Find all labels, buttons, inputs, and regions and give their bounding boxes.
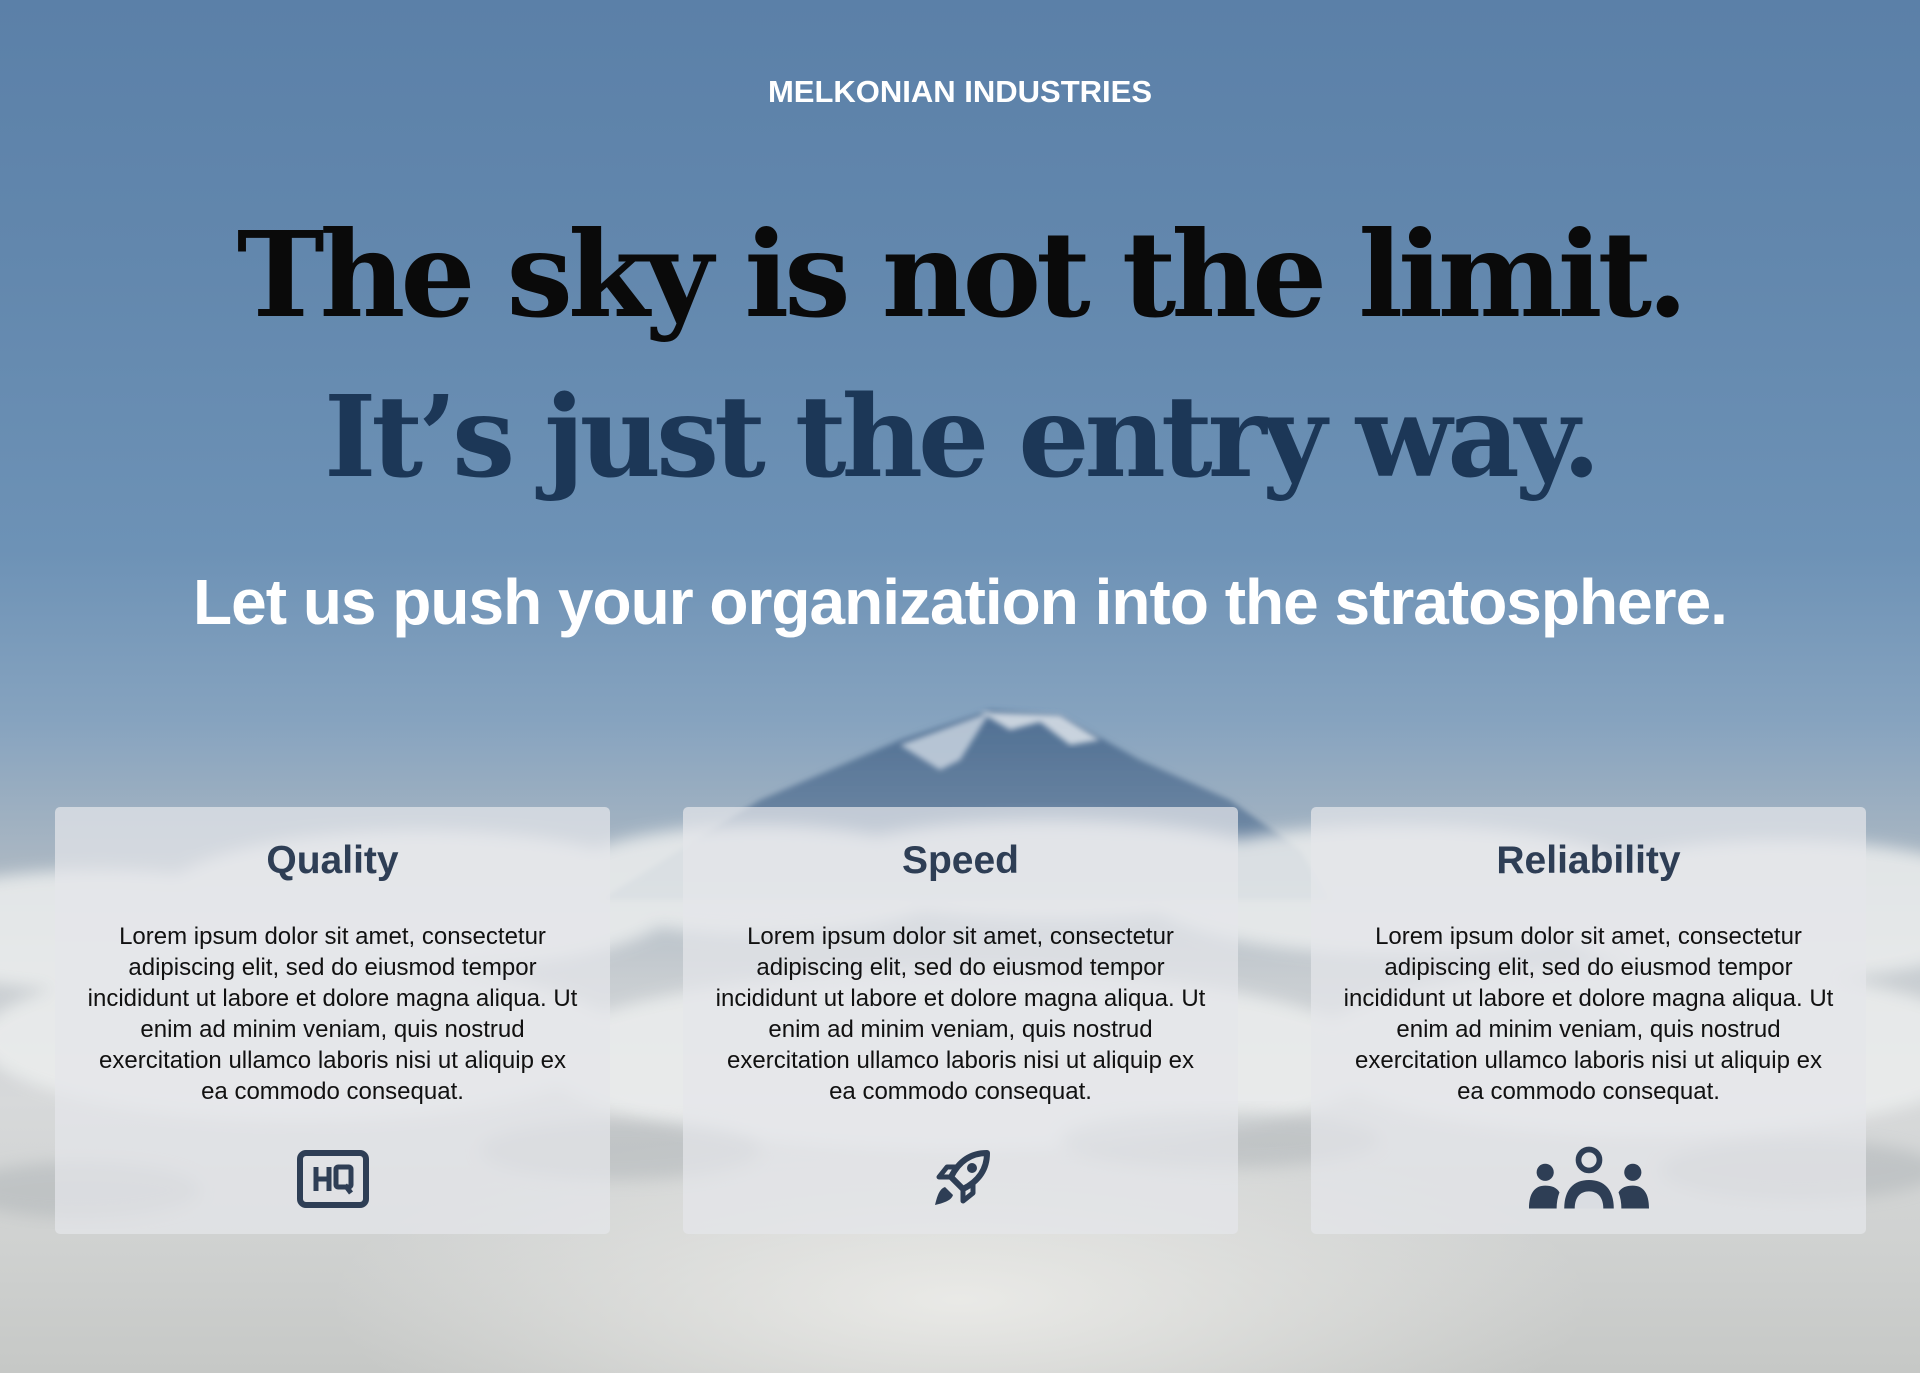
- hero-headline: The sky is not the limit.: [236, 205, 1688, 344]
- hero-tagline: Let us push your organization into the s…: [193, 566, 1728, 638]
- feature-description: Lorem ipsum dolor sit amet, consectetur …: [87, 923, 578, 1105]
- users-icon: [1528, 1144, 1649, 1214]
- rocket-icon: [901, 1144, 1021, 1214]
- hq-icon: [273, 1144, 393, 1214]
- company-name: MELKONIAN INDUSTRIES: [767, 74, 1153, 109]
- feature-card-speed: Speed Lorem ipsum dolor sit amet, consec…: [683, 807, 1238, 1234]
- feature-description: Lorem ipsum dolor sit amet, consectetur …: [1343, 923, 1834, 1105]
- feature-title: Speed: [901, 839, 1020, 882]
- feature-card-reliability: Reliability Lorem ipsum dolor sit amet, …: [1311, 807, 1866, 1234]
- feature-title: Quality: [266, 839, 399, 882]
- feature-title: Reliability: [1496, 839, 1681, 882]
- feature-card-quality: Quality Lorem ipsum dolor sit amet, cons…: [55, 807, 610, 1234]
- feature-description: Lorem ipsum dolor sit amet, consectetur …: [715, 923, 1206, 1105]
- hero-subheadline: It’s just the entry way.: [323, 372, 1601, 503]
